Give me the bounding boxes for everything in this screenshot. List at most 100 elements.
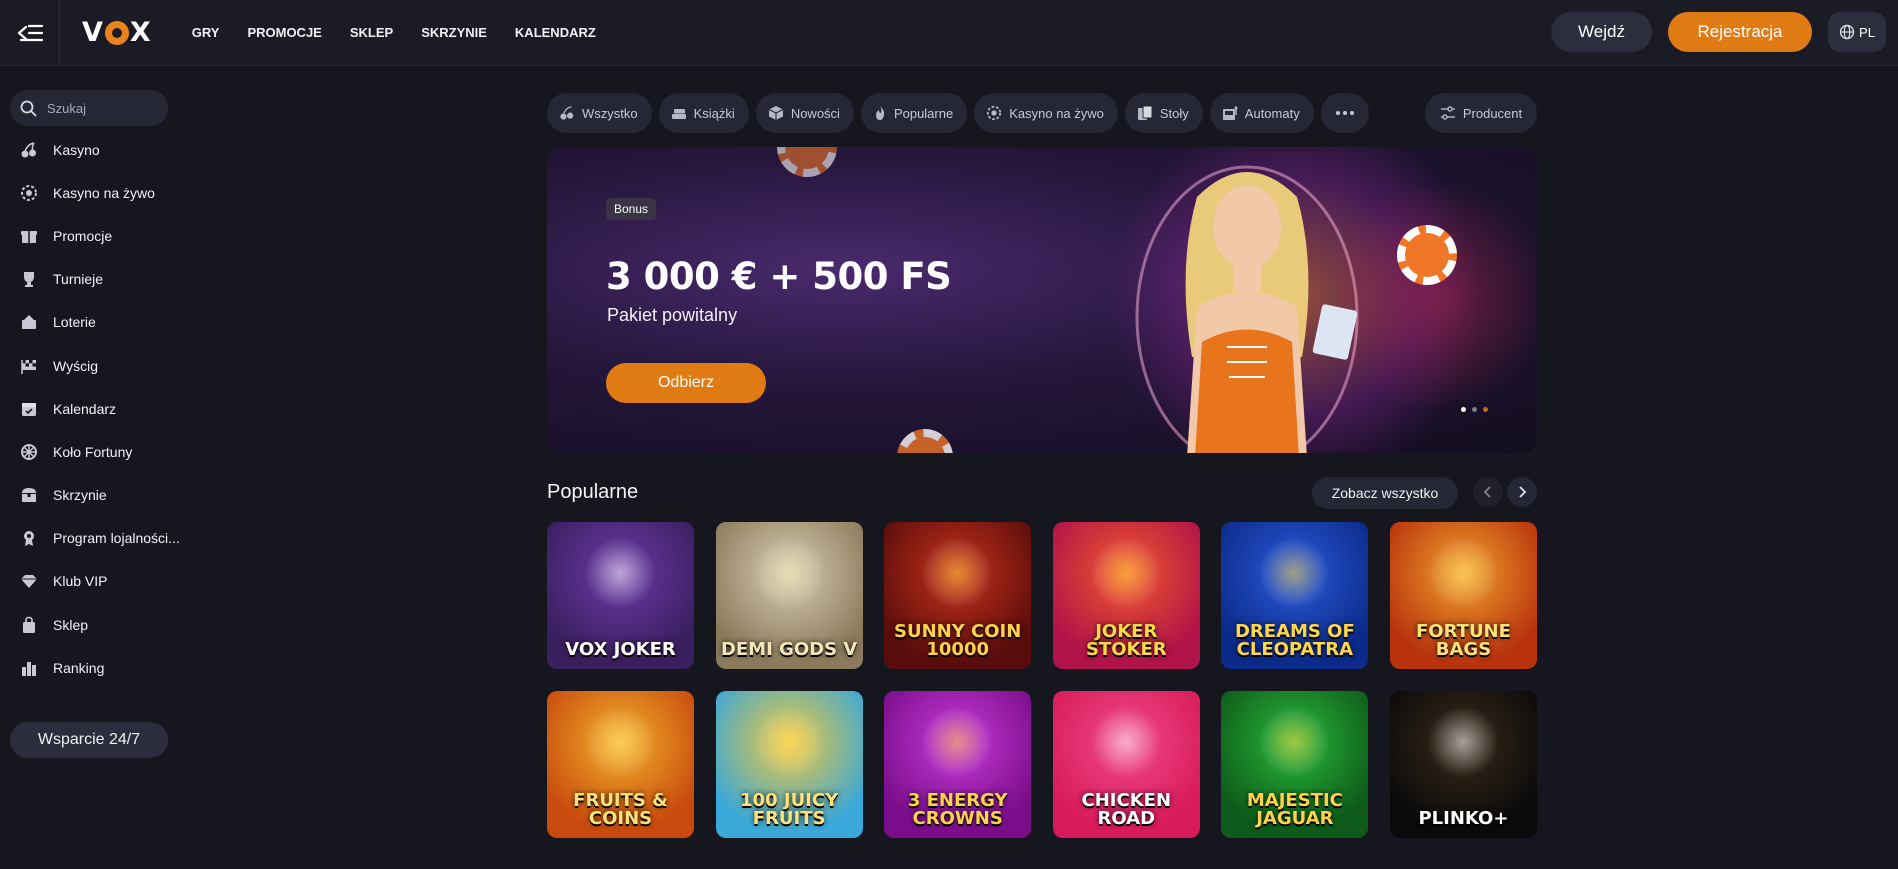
game-title: 100 JUICY FRUITS bbox=[740, 790, 839, 829]
ranking-bars-icon bbox=[20, 659, 38, 677]
chip-popularne[interactable]: Popularne bbox=[860, 93, 968, 133]
wheel-icon bbox=[20, 443, 38, 461]
chip-automaty[interactable]: Automaty bbox=[1209, 93, 1314, 133]
casino-chip-decoration bbox=[777, 147, 837, 177]
lottery-icon bbox=[20, 313, 38, 331]
sidebar-item-promocje[interactable]: Promocje bbox=[0, 214, 180, 257]
cards-icon bbox=[1137, 105, 1153, 120]
nav-kalendarz[interactable]: KALENDARZ bbox=[515, 25, 596, 40]
sidebar-item-kasyno-na-zywo[interactable]: Kasyno na żywo bbox=[0, 171, 180, 214]
game-artwork bbox=[753, 538, 824, 608]
sidebar-item-program-lojalnosci[interactable]: Program lojalności... bbox=[0, 517, 180, 560]
game-artwork bbox=[1427, 538, 1498, 608]
game-title: MAJESTIC JAGUAR bbox=[1246, 790, 1343, 829]
chip-nowosci[interactable]: Nowości bbox=[755, 93, 854, 133]
shopping-bag-icon bbox=[20, 616, 38, 634]
sidebar-menu: Kasyno Kasyno na żywo Promocje Turnieje … bbox=[0, 128, 180, 689]
live-chip-icon bbox=[20, 184, 38, 202]
game-title: 3 ENERGY CROWNS bbox=[907, 790, 1008, 829]
nav-gry[interactable]: GRY bbox=[192, 25, 220, 40]
register-button[interactable]: Rejestracja bbox=[1668, 12, 1812, 52]
pagination-dot[interactable] bbox=[1483, 407, 1488, 412]
sidebar-item-skrzynie[interactable]: Skrzynie bbox=[0, 474, 180, 517]
chip-stoly[interactable]: Stoły bbox=[1124, 93, 1203, 133]
search-icon bbox=[20, 100, 37, 116]
search-input[interactable] bbox=[47, 100, 147, 116]
sidebar-item-label: Koło Fortuny bbox=[53, 443, 133, 460]
game-title: DREAMS OF CLEOPATRA bbox=[1234, 621, 1355, 660]
sidebar-item-kasyno[interactable]: Kasyno bbox=[0, 128, 180, 171]
pagination-dot[interactable] bbox=[1461, 407, 1466, 412]
live-chip-icon bbox=[987, 105, 1002, 121]
game-tile[interactable]: 3 ENERGY CROWNS bbox=[884, 691, 1032, 838]
search-box[interactable] bbox=[10, 90, 168, 126]
game-title: DEMI GODS V bbox=[720, 639, 858, 660]
game-artwork bbox=[1090, 707, 1161, 777]
cube-icon bbox=[768, 106, 784, 120]
menu-toggle-button[interactable] bbox=[0, 0, 60, 66]
promo-banner[interactable]: Bonus 3 000 € + 500 FS Pakiet powitalny … bbox=[547, 147, 1537, 453]
nav-promocje[interactable]: PROMOCJE bbox=[247, 25, 321, 40]
login-button[interactable]: Wejdź bbox=[1551, 12, 1652, 52]
sidebar-item-loterie[interactable]: Loterie bbox=[0, 301, 180, 344]
game-artwork bbox=[585, 538, 655, 608]
game-tile[interactable]: FORTUNE BAGS bbox=[1389, 522, 1537, 669]
sidebar-item-label: Loterie bbox=[53, 314, 96, 331]
hostess-illustration bbox=[1135, 165, 1359, 453]
claim-bonus-button[interactable]: Odbierz bbox=[606, 363, 766, 403]
game-tile[interactable]: VOX JOKER bbox=[547, 522, 694, 669]
chest-icon bbox=[20, 486, 38, 504]
chip-label: Popularne bbox=[893, 105, 954, 121]
see-all-button[interactable]: Zobacz wszystko bbox=[1312, 477, 1458, 509]
calendar-icon bbox=[20, 400, 38, 418]
gift-icon bbox=[20, 227, 38, 245]
producer-label: Producent bbox=[1462, 105, 1523, 121]
game-tile[interactable]: MAJESTIC JAGUAR bbox=[1221, 691, 1369, 838]
sidebar-item-turnieje[interactable]: Turnieje bbox=[0, 258, 180, 301]
sliders-icon bbox=[1440, 106, 1455, 120]
game-tile[interactable]: PLINKO+ bbox=[1389, 691, 1537, 838]
game-tile[interactable]: JOKER STOKER bbox=[1052, 522, 1200, 669]
language-label: PL bbox=[1859, 24, 1875, 40]
chip-ksiazki[interactable]: Książki bbox=[658, 93, 749, 133]
producer-filter-button[interactable]: Producent bbox=[1425, 93, 1537, 133]
language-button[interactable]: PL bbox=[1828, 12, 1886, 52]
main-nav: GRY PROMOCJE SKLEP SKRZYNIE KALENDARZ bbox=[192, 25, 624, 40]
chevron-right-icon bbox=[1519, 486, 1527, 498]
chip-kasyno-na-zywo[interactable]: Kasyno na żywo bbox=[974, 93, 1118, 133]
cherries-icon bbox=[560, 106, 574, 120]
chip-label: Automaty bbox=[1244, 105, 1300, 121]
game-tile[interactable]: 100 JUICY FRUITS bbox=[715, 691, 863, 838]
sidebar-item-kalendarz[interactable]: Kalendarz bbox=[0, 387, 180, 430]
pagination-dot[interactable] bbox=[1472, 407, 1477, 412]
game-artwork bbox=[1427, 707, 1498, 777]
game-tile[interactable]: FRUITS & COINS bbox=[547, 691, 694, 838]
game-title: FRUITS & COINS bbox=[573, 790, 668, 829]
game-tile[interactable]: CHICKEN ROAD bbox=[1052, 691, 1200, 838]
chip-wszystko[interactable]: Wszystko bbox=[547, 93, 652, 133]
sidebar: Kasyno Kasyno na żywo Promocje Turnieje … bbox=[0, 66, 180, 869]
support-button[interactable]: Wsparcie 24/7 bbox=[10, 722, 168, 758]
game-tile[interactable]: DEMI GODS V bbox=[715, 522, 863, 669]
game-title: FORTUNE BAGS bbox=[1416, 621, 1511, 660]
logo[interactable]: VX bbox=[82, 17, 152, 48]
chip-label: Wszystko bbox=[582, 105, 638, 121]
next-button[interactable] bbox=[1507, 477, 1537, 507]
sidebar-item-ranking[interactable]: Ranking bbox=[0, 646, 180, 689]
sidebar-item-wyscig[interactable]: Wyścig bbox=[0, 344, 180, 387]
game-artwork bbox=[1259, 707, 1330, 777]
game-artwork bbox=[922, 538, 993, 608]
prev-button[interactable] bbox=[1473, 477, 1503, 507]
game-title: PLINKO+ bbox=[1418, 808, 1509, 829]
sidebar-item-label: Wyścig bbox=[53, 357, 98, 374]
loyalty-badge-icon bbox=[20, 529, 38, 547]
sidebar-item-klub-vip[interactable]: Klub VIP bbox=[0, 560, 180, 603]
nav-sklep[interactable]: SKLEP bbox=[350, 25, 393, 40]
game-tile[interactable]: DREAMS OF CLEOPATRA bbox=[1221, 522, 1369, 669]
globe-icon bbox=[1839, 24, 1855, 40]
more-filters-button[interactable] bbox=[1320, 93, 1369, 133]
nav-skrzynie[interactable]: SKRZYNIE bbox=[421, 25, 487, 40]
game-tile[interactable]: SUNNY COIN 10000 bbox=[884, 522, 1032, 669]
sidebar-item-kolo-fortuny[interactable]: Koło Fortuny bbox=[0, 430, 180, 473]
sidebar-item-sklep[interactable]: Sklep bbox=[0, 603, 180, 646]
